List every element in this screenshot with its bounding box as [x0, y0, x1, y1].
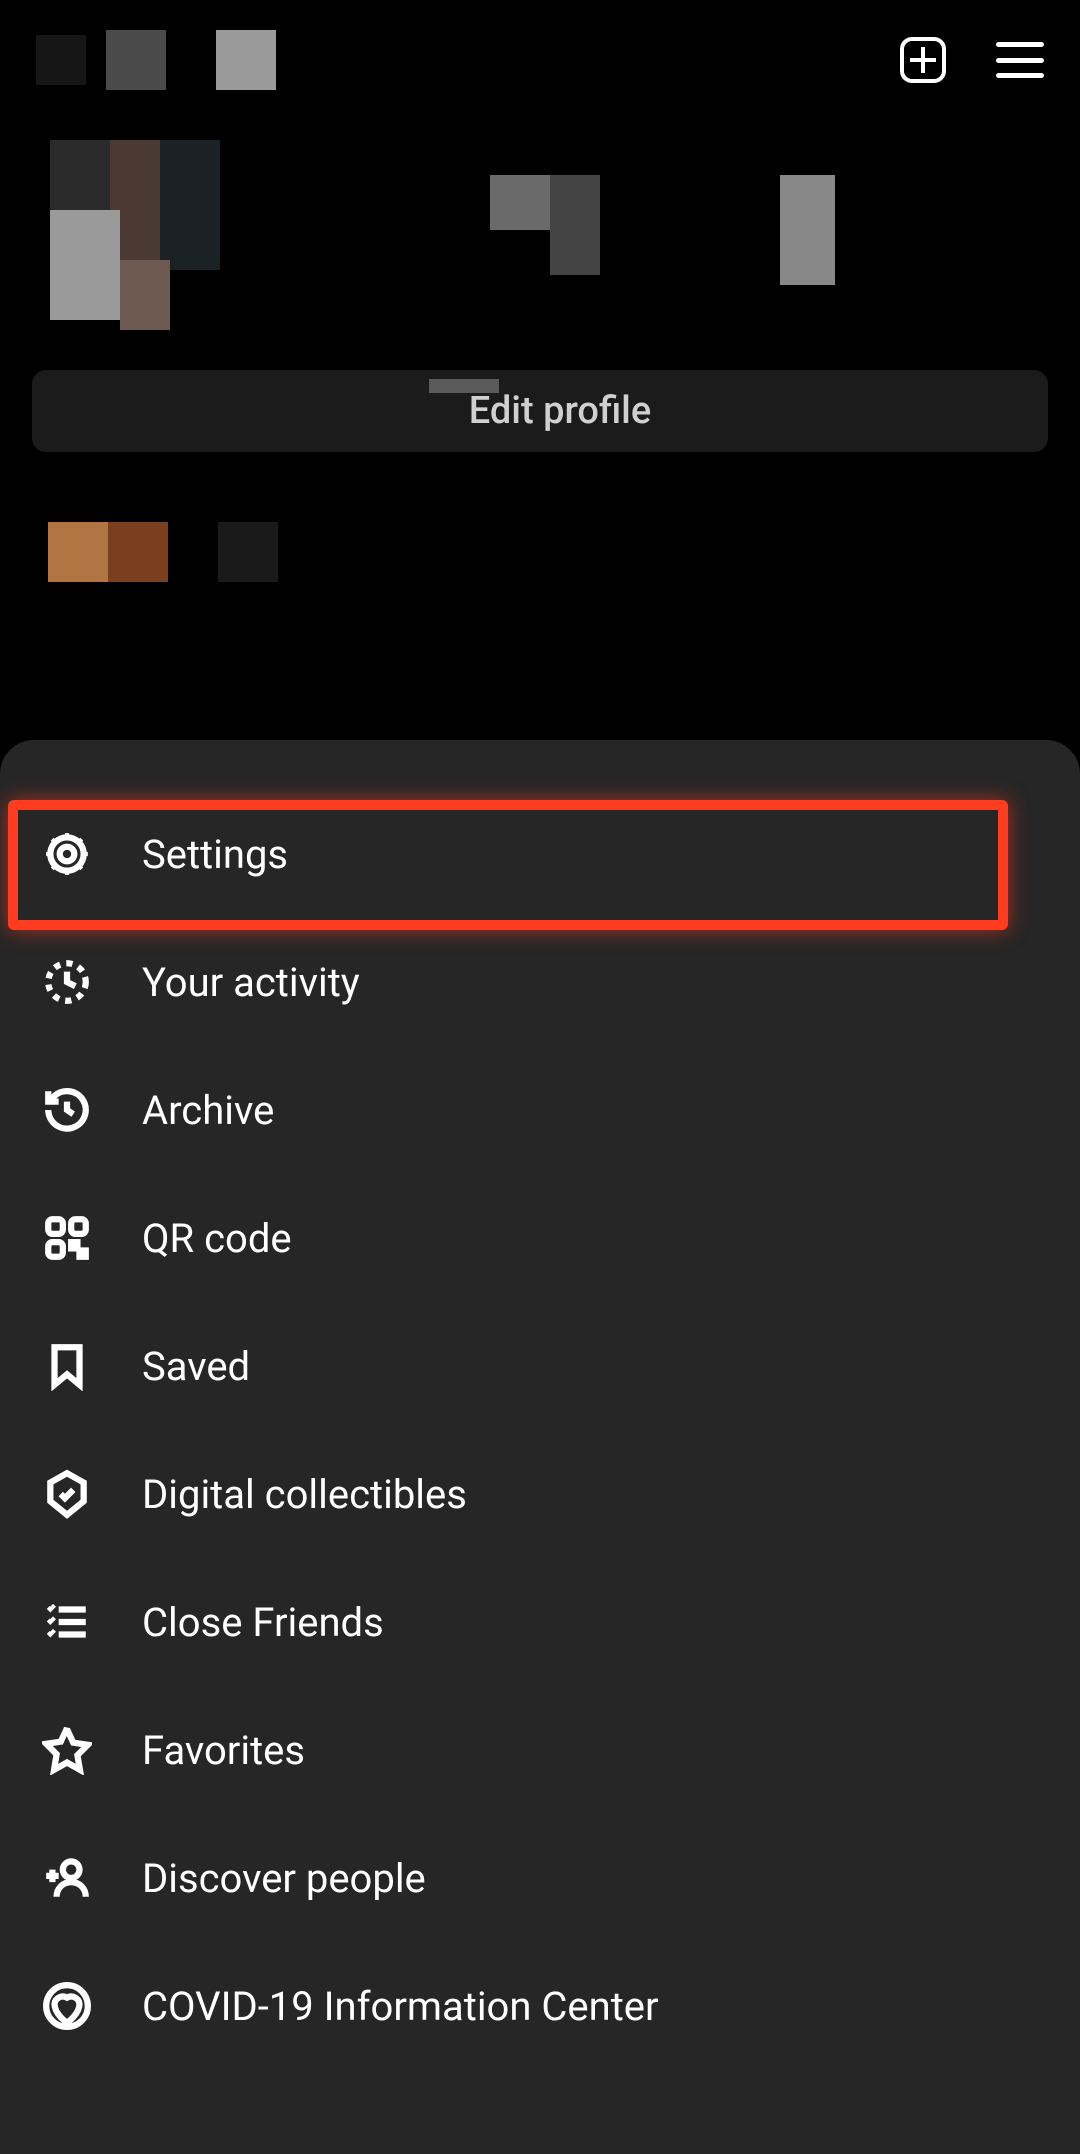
- avatar[interactable]: [50, 140, 230, 320]
- menu-item-your-activity[interactable]: Your activity: [0, 918, 1080, 1046]
- menu-label: Close Friends: [142, 1599, 384, 1646]
- menu-label: Discover people: [142, 1855, 426, 1902]
- story-highlight[interactable]: [48, 522, 168, 642]
- archive-icon: [40, 1083, 94, 1137]
- saved-icon: [40, 1339, 94, 1393]
- menu-item-saved[interactable]: Saved: [0, 1302, 1080, 1430]
- activity-icon: [40, 955, 94, 1009]
- digital-collectibles-icon: [40, 1467, 94, 1521]
- menu-item-qr-code[interactable]: QR code: [0, 1174, 1080, 1302]
- menu-label: Saved: [142, 1343, 250, 1390]
- settings-icon: [40, 827, 94, 881]
- menu-icon[interactable]: [996, 42, 1044, 78]
- menu-label: Digital collectibles: [142, 1471, 467, 1518]
- profile-stats: [350, 175, 870, 285]
- menu-item-settings[interactable]: Settings: [0, 790, 1080, 918]
- stat-posts[interactable]: [490, 175, 580, 285]
- favorites-icon: [40, 1723, 94, 1777]
- discover-people-icon: [40, 1851, 94, 1905]
- redacted-block: [216, 30, 276, 90]
- menu-item-digital-collectibles[interactable]: Digital collectibles: [0, 1430, 1080, 1558]
- story-highlights: [0, 452, 1080, 652]
- redacted-username: [36, 35, 86, 85]
- menu-label: Archive: [142, 1087, 274, 1134]
- header-left: [36, 30, 276, 90]
- header-right: [900, 37, 1044, 83]
- menu-item-discover-people[interactable]: Discover people: [0, 1814, 1080, 1942]
- redacted-block: [106, 30, 166, 90]
- menu-item-favorites[interactable]: Favorites: [0, 1686, 1080, 1814]
- menu-label: QR code: [142, 1215, 292, 1262]
- menu-item-covid-info[interactable]: COVID-19 Information Center: [0, 1942, 1080, 2070]
- edit-profile-label: Edit profile: [469, 389, 651, 433]
- menu-label: COVID-19 Information Center: [142, 1983, 659, 2030]
- edit-profile-button[interactable]: Edit profile: [32, 370, 1048, 452]
- profile-header: [0, 0, 1080, 100]
- menu-item-close-friends[interactable]: Close Friends: [0, 1558, 1080, 1686]
- close-friends-icon: [40, 1595, 94, 1649]
- menu-item-archive[interactable]: Archive: [0, 1046, 1080, 1174]
- qr-code-icon: [40, 1211, 94, 1265]
- menu-label: Settings: [142, 831, 288, 878]
- profile-stats-row: [0, 100, 1080, 350]
- menu-label: Your activity: [142, 959, 360, 1006]
- stat-followers[interactable]: [780, 175, 870, 285]
- menu-label: Favorites: [142, 1727, 305, 1774]
- menu-bottom-sheet: Settings Your activity Archive QR code S…: [0, 740, 1080, 2154]
- covid-info-icon: [40, 1979, 94, 2033]
- story-highlight[interactable]: [218, 522, 338, 642]
- create-post-icon[interactable]: [900, 37, 946, 83]
